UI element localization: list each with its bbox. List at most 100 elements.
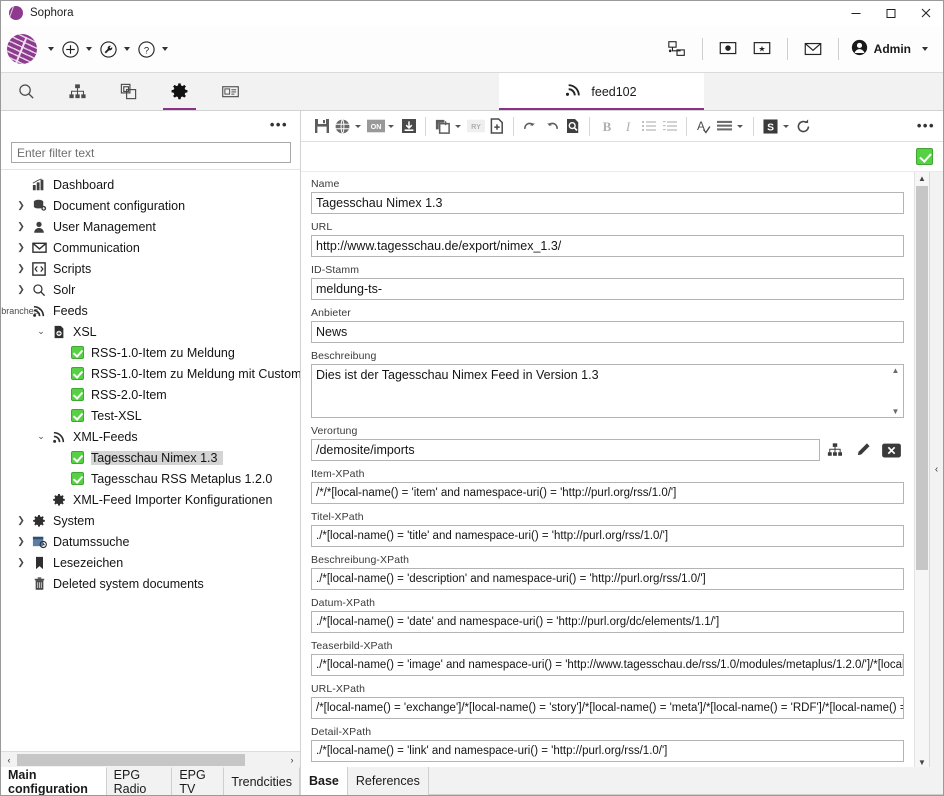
- form-vscrollbar[interactable]: ▲ ▼: [914, 172, 929, 767]
- navigation-hscrollbar[interactable]: ‹ ›: [1, 751, 300, 767]
- bottom-tab-trendcities[interactable]: Trendcities: [224, 767, 300, 795]
- perspective-forms[interactable]: [205, 73, 256, 110]
- url-xpath-input[interactable]: /*[local-name() = 'exchange']/*[local-na…: [311, 697, 904, 719]
- tree-item-rss20-item[interactable]: RSS-2.0-Item: [1, 384, 300, 405]
- bottom-tab-epg-radio[interactable]: EPG Radio: [106, 767, 173, 795]
- vscroll-thumb[interactable]: [916, 186, 928, 570]
- scroll-up-icon[interactable]: ▲: [918, 173, 926, 185]
- bullet-list-icon[interactable]: [638, 116, 659, 137]
- tree-item-tagesschau-rss-metaplus-120[interactable]: Tagesschau RSS Metaplus 1.2.0: [1, 468, 300, 489]
- tree-item-feeds[interactable]: branches; Feeds: [1, 300, 300, 321]
- tree-item-deleted-system-documents[interactable]: Deleted system documents: [1, 573, 300, 594]
- tree-item-xsl[interactable]: ⌄ XSL: [1, 321, 300, 342]
- tree-item-dashboard[interactable]: Dashboard: [1, 174, 300, 195]
- anbieter-input[interactable]: News: [311, 321, 904, 343]
- tree-item-xml-feed-importer-konfigurationen[interactable]: XML-Feed Importer Konfigurationen: [1, 489, 300, 510]
- name-input[interactable]: Tagesschau Nimex 1.3: [311, 192, 904, 214]
- new-dropdown-caret-icon[interactable]: [86, 47, 92, 51]
- beschreibung-xpath-input[interactable]: ./*[local-name() = 'description' and nam…: [311, 568, 904, 590]
- perspective-structure[interactable]: [52, 73, 103, 110]
- maximize-button[interactable]: [873, 1, 908, 26]
- tree-item-communication[interactable]: ❯ Communication: [1, 237, 300, 258]
- online-dropdown-caret-icon[interactable]: [388, 124, 394, 128]
- redo-icon[interactable]: [541, 116, 562, 137]
- user-menu[interactable]: Admin: [851, 39, 933, 59]
- numbered-list-icon[interactable]: [659, 116, 680, 137]
- editor-overflow-button[interactable]: •••: [917, 119, 935, 132]
- help-dropdown-caret-icon[interactable]: [162, 47, 168, 51]
- undo-icon[interactable]: [520, 116, 541, 137]
- sitemap-icon[interactable]: [822, 439, 848, 461]
- detail-xpath-input[interactable]: ./*[local-name() = 'link' and namespace-…: [311, 740, 904, 762]
- logo-dropdown-caret-icon[interactable]: [48, 47, 54, 51]
- chevron-down-icon[interactable]: ⌄: [33, 431, 49, 442]
- tree-item-system[interactable]: ❯ System: [1, 510, 300, 531]
- tree-item-tagesschau-nimex-13[interactable]: Tagesschau Nimex 1.3: [1, 447, 300, 468]
- scroll-down-icon[interactable]: ▼: [892, 407, 900, 416]
- verortung-input[interactable]: /demosite/imports: [311, 439, 820, 461]
- chevron-right-icon[interactable]: ❯: [13, 536, 29, 547]
- chevron-right-icon[interactable]: ❯: [13, 557, 29, 568]
- preview-icon[interactable]: [562, 116, 583, 137]
- question-circle-icon[interactable]: ?: [135, 38, 157, 60]
- tree-item-scripts[interactable]: ❯ Scripts: [1, 258, 300, 279]
- chevron-right-icon[interactable]: ❯: [13, 284, 29, 295]
- hscroll-track[interactable]: [17, 752, 284, 767]
- item-xpath-input[interactable]: /*/*[local-name() = 'item' and namespace…: [311, 482, 904, 504]
- tree-item-rss10-item-zu-meldung[interactable]: RSS-1.0-Item zu Meldung: [1, 342, 300, 363]
- bottom-tab-epg-tv[interactable]: EPG TV: [172, 767, 225, 795]
- sophora-logo[interactable]: [7, 34, 37, 64]
- spellcheck-icon[interactable]: A: [693, 116, 714, 137]
- mail-icon[interactable]: [802, 38, 824, 60]
- editor-tab-base[interactable]: Base: [301, 767, 348, 795]
- filter-input[interactable]: [11, 142, 291, 163]
- italic-icon[interactable]: I: [617, 116, 638, 137]
- duplicate-dropdown-caret-icon[interactable]: [455, 124, 461, 128]
- perspective-administration[interactable]: [154, 73, 205, 110]
- perspective-layout[interactable]: [103, 73, 154, 110]
- new-document-icon[interactable]: [486, 116, 507, 137]
- copy-icon[interactable]: [432, 116, 453, 137]
- s-badge-icon[interactable]: S: [760, 116, 781, 137]
- url-input[interactable]: http://www.tagesschau.de/export/nimex_1.…: [311, 235, 904, 257]
- monitor-star-icon[interactable]: ★: [751, 38, 773, 60]
- tree-item-solr[interactable]: ❯ Solr: [1, 279, 300, 300]
- datum-xpath-input[interactable]: ./*[local-name() = 'date' and namespace-…: [311, 611, 904, 633]
- chevron-down-icon[interactable]: ⌄: [33, 326, 49, 337]
- paragraph-dropdown-caret-icon[interactable]: [737, 124, 743, 128]
- chevron-right-icon[interactable]: ❯: [13, 200, 29, 211]
- refresh-icon[interactable]: [793, 116, 814, 137]
- tree-item-user-management[interactable]: ❯ User Management: [1, 216, 300, 237]
- user-dropdown-caret-icon[interactable]: [922, 47, 928, 51]
- editor-tab-references[interactable]: References: [348, 767, 429, 795]
- chevron-right-icon[interactable]: ❯: [13, 263, 29, 274]
- tree-item-xml-feeds[interactable]: ⌄ XML-Feeds: [1, 426, 300, 447]
- close-button[interactable]: [908, 1, 943, 26]
- textarea-scrollbar[interactable]: ▲ ▼: [889, 366, 902, 416]
- bottom-tab-main-configuration[interactable]: Main configuration: [1, 767, 107, 795]
- panel-collapse-button[interactable]: ‹: [929, 172, 943, 767]
- style-dropdown-caret-icon[interactable]: [783, 124, 789, 128]
- import-icon[interactable]: [398, 116, 419, 137]
- publish-dropdown-caret-icon[interactable]: [355, 124, 361, 128]
- id-stamm-input[interactable]: meldung-ts-: [311, 278, 904, 300]
- teaserbild-xpath-input[interactable]: ./*[local-name() = 'image' and namespace…: [311, 654, 904, 676]
- pencil-icon[interactable]: [850, 439, 876, 461]
- tree-item-datumssuche[interactable]: ❯ Datumssuche: [1, 531, 300, 552]
- scroll-up-icon[interactable]: ▲: [892, 366, 900, 375]
- wrench-circle-icon[interactable]: [97, 38, 119, 60]
- tree-item-lesezeichen[interactable]: ❯ Lesezeichen: [1, 552, 300, 573]
- scroll-down-icon[interactable]: ▼: [918, 758, 926, 767]
- tree-item-document-configuration[interactable]: ❯ Document configuration: [1, 195, 300, 216]
- titel-xpath-input[interactable]: ./*[local-name() = 'title' and namespace…: [311, 525, 904, 547]
- chevron-right-icon[interactable]: ❯: [13, 242, 29, 253]
- minimize-button[interactable]: [838, 1, 873, 26]
- tools-dropdown-caret-icon[interactable]: [124, 47, 130, 51]
- hscroll-thumb[interactable]: [17, 753, 245, 766]
- plus-circle-icon[interactable]: [59, 38, 81, 60]
- bold-icon[interactable]: B: [596, 116, 617, 137]
- chevron-right-icon[interactable]: ❯: [13, 515, 29, 526]
- chevron-right-icon[interactable]: ❯: [13, 221, 29, 232]
- navigation-tree[interactable]: Dashboard ❯ Document configuration ❯ Use…: [1, 169, 300, 751]
- scroll-left-icon[interactable]: ‹: [1, 752, 17, 768]
